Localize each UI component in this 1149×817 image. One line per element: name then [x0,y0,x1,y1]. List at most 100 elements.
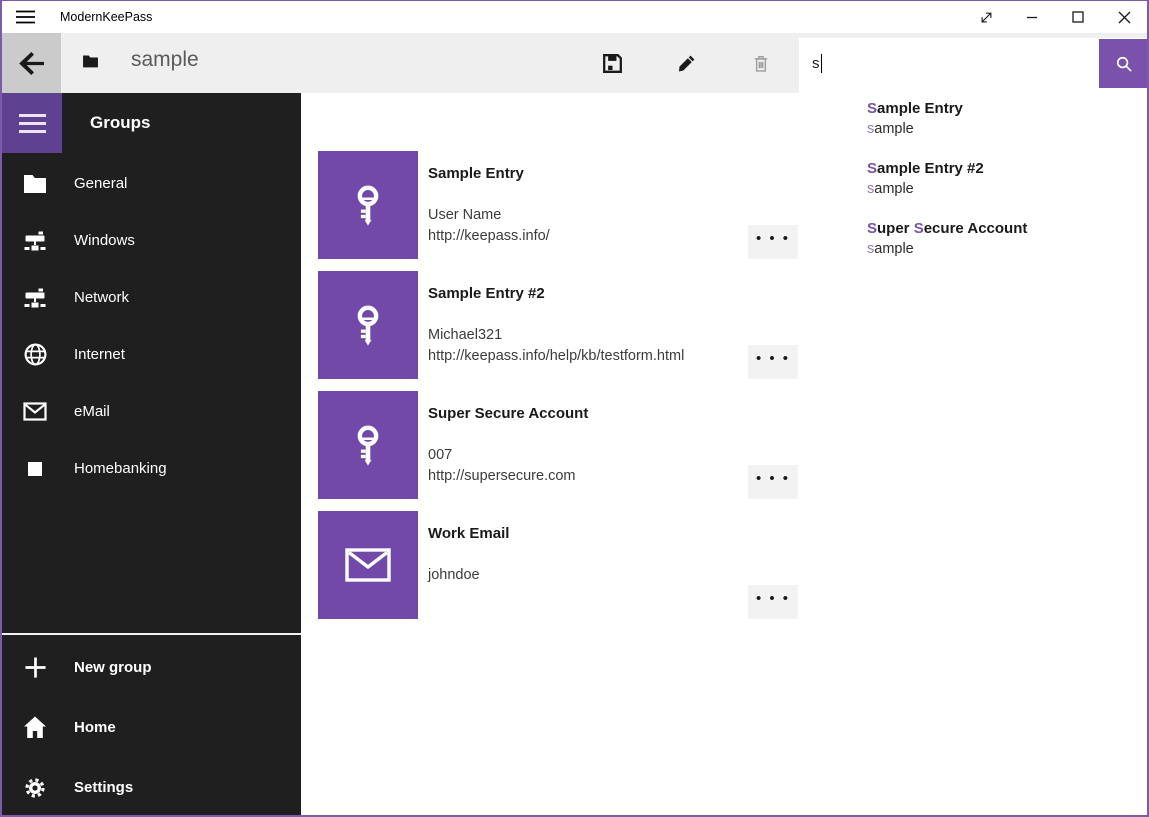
entry-more-button[interactable]: • • • [748,585,798,619]
entry-username: 007 [428,445,758,466]
search-suggestion[interactable]: Sample Entry sample [799,99,1149,159]
entry-more-button[interactable]: • • • [748,225,798,259]
delete-trash-icon [751,53,771,74]
sidebar: Groups General Windows [2,93,301,815]
key-icon [345,302,391,348]
close-icon [1118,11,1131,24]
sidebar-item-label: General [74,175,127,192]
entry-row[interactable]: Sample Entry User Name http://keepass.in… [318,151,818,259]
sidebar-item-windows[interactable]: Windows [2,212,301,269]
envelope-icon [22,399,48,425]
back-arrow-icon [18,51,45,76]
entry-url: http://supersecure.com [428,466,758,487]
search-icon [1114,54,1134,74]
entry-more-button[interactable]: • • • [748,465,798,499]
hamburger-bar [19,130,46,133]
search-suggestion[interactable]: Sample Entry #2 sample [799,159,1149,219]
square-icon [22,456,48,482]
sidebar-item-settings[interactable]: Settings [2,759,301,816]
edit-pencil-icon [676,53,697,74]
sidebar-item-label: Settings [74,779,133,796]
network-icon [22,228,48,254]
window-title: ModernKeePass [60,1,152,33]
suggestion-subtitle: sample [867,119,1149,139]
database-icon [82,54,99,69]
sidebar-item-home[interactable]: Home [2,699,301,756]
sidebar-item-homebanking[interactable]: Homebanking [2,440,301,497]
entry-row[interactable]: Super Secure Account 007 http://supersec… [318,391,818,499]
delete-button[interactable] [737,39,785,87]
mail-icon [344,547,392,583]
entry-url: http://keepass.info/help/kb/testform.htm… [428,346,758,367]
sidebar-item-label: Windows [74,232,135,249]
sidebar-item-network[interactable]: Network [2,269,301,326]
home-icon [22,715,48,741]
entry-username: User Name [428,205,758,226]
sidebar-item-internet[interactable]: Internet [2,326,301,383]
sidebar-item-label: eMail [74,403,110,420]
database-name: sample [131,48,199,72]
ellipsis-icon: • • • [756,234,790,250]
entry-more-button[interactable]: • • • [748,345,798,379]
entry-text: Sample Entry #2 Michael321 http://keepas… [428,284,758,367]
entry-title: Super Secure Account [428,404,758,424]
app-window: ModernKeePass [0,0,1149,817]
edit-button[interactable] [662,39,710,87]
hamburger-icon [16,10,35,24]
search-input[interactable]: s [799,38,1149,88]
sidebar-item-label: Homebanking [74,460,167,477]
sidebar-item-general[interactable]: General [2,155,301,212]
sidebar-separator [2,633,301,635]
maximize-button[interactable] [1055,1,1101,33]
sidebar-item-label: New group [74,659,152,676]
fullscreen-icon [979,10,994,25]
entry-text: Work Email johndoe [428,524,758,586]
sidebar-item-email[interactable]: eMail [2,383,301,440]
minimize-button[interactable] [1009,1,1055,33]
hamburger-bar [19,122,46,125]
search-suggestions: Sample Entry sample Sample Entry #2 samp… [799,99,1149,279]
entry-details: Michael321 http://keepass.info/help/kb/t… [428,325,758,367]
search-query-text: s [812,38,822,88]
key-icon [345,422,391,468]
entry-details: 007 http://supersecure.com [428,445,758,487]
ellipsis-icon: • • • [756,354,790,370]
save-icon [602,53,623,74]
save-button[interactable] [588,39,636,87]
sidebar-hamburger-button[interactable] [2,93,62,153]
close-button[interactable] [1101,1,1147,33]
titlebar-hamburger-button[interactable] [12,5,38,29]
search-button[interactable] [1099,39,1149,88]
entry-details: User Name http://keepass.info/ [428,205,758,247]
entry-text: Super Secure Account 007 http://supersec… [428,404,758,487]
hamburger-bar [19,114,46,117]
titlebar: ModernKeePass [2,1,1147,33]
suggestion-subtitle: sample [867,179,1149,199]
groups-header: Groups [90,93,150,153]
sidebar-item-label: Internet [74,346,125,363]
entry-username: Michael321 [428,325,758,346]
maximize-icon [1072,11,1084,23]
network-icon [22,285,48,311]
search-suggestion[interactable]: Super Secure Account sample [799,219,1149,279]
entry-tile[interactable] [318,151,418,259]
folder-icon [22,171,48,197]
entry-tile[interactable] [318,391,418,499]
sidebar-item-new-group[interactable]: New group [2,639,301,696]
globe-icon [22,342,48,368]
sidebar-item-label: Home [74,719,116,736]
entry-title: Sample Entry #2 [428,284,758,304]
entry-row[interactable]: Work Email johndoe • • • [318,511,818,619]
suggestion-title: Super Secure Account [867,219,1149,239]
entry-tile[interactable] [318,511,418,619]
plus-icon [22,655,48,681]
entry-username: johndoe [428,565,758,586]
suggestion-title: Sample Entry [867,99,1149,119]
search-query-value: s [812,55,820,72]
entry-title: Sample Entry [428,164,758,184]
fullscreen-button[interactable] [963,1,1009,33]
entry-tile[interactable] [318,271,418,379]
entry-url: http://keepass.info/ [428,226,758,247]
entry-row[interactable]: Sample Entry #2 Michael321 http://keepas… [318,271,818,379]
back-button[interactable] [2,33,61,93]
